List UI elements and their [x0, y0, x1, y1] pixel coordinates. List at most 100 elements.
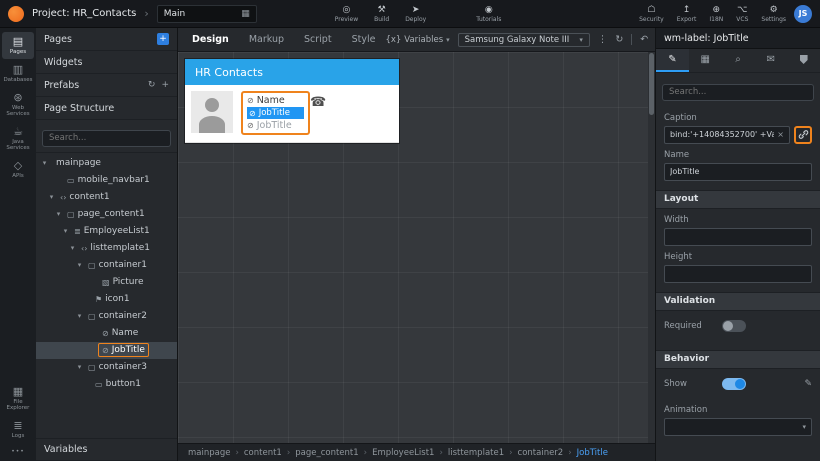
expand-arrow-icon[interactable]: ▾ [75, 363, 84, 371]
utility-icon: ☖ [647, 4, 656, 15]
utility-button-vcs[interactable]: ⌥ VCS [736, 5, 748, 23]
expand-arrow-icon[interactable]: ▾ [40, 159, 49, 167]
height-input[interactable] [664, 264, 812, 283]
breadcrumb-item[interactable]: mainpage [188, 448, 244, 458]
utility-button-export[interactable]: ↥ Export [677, 5, 697, 23]
clear-icon[interactable]: × [774, 130, 784, 139]
rail-item-java-services[interactable]: ☕ Java Services [2, 122, 34, 155]
rail-item-logs[interactable]: ≣ Logs [2, 416, 34, 443]
refresh-icon[interactable]: ↻ [148, 80, 156, 90]
name-label-widget[interactable]: ⊘ Name [247, 95, 304, 106]
rail-item-apis[interactable]: ◇ APIs [2, 156, 34, 183]
tree-item[interactable]: ▾ ‹› listtemplate1 [36, 240, 177, 257]
workspace-tab[interactable]: Script [294, 28, 342, 52]
caption-input[interactable]: bind:'+14084352700' +Variables.HrdbE × [664, 125, 790, 144]
workspace-tab[interactable]: Markup [239, 28, 294, 52]
breadcrumb-item[interactable]: listtemplate1 [448, 448, 518, 458]
behavior-section-header[interactable]: Behavior [656, 349, 820, 369]
topbar-action-preview[interactable]: ◎ Preview [335, 5, 358, 23]
tree-item[interactable]: ▾ ▢ container2 [36, 308, 177, 325]
jobtitle-widget-selected[interactable]: ⊘ JobTitle [247, 107, 305, 119]
tree-item[interactable]: ⚑ icon1 [36, 291, 177, 308]
expand-arrow-icon[interactable]: ▾ [47, 193, 56, 201]
layout-section-header[interactable]: Layout [656, 189, 820, 209]
tree-item[interactable]: ▾ ▢ container3 [36, 359, 177, 376]
show-toggle[interactable] [722, 377, 746, 390]
toolbar-icon-kebab-menu[interactable]: ⋮ [598, 34, 608, 45]
tree-item[interactable]: ⊘ Name [36, 325, 177, 342]
tree-item[interactable]: ▾ ▢ container1 [36, 257, 177, 274]
expand-arrow-icon[interactable]: ▾ [54, 210, 63, 218]
sidebar-section-prefabs[interactable]: Prefabs ↻ + [36, 74, 177, 97]
tree-item[interactable]: ▭ mobile_navbar1 [36, 172, 177, 189]
utility-button-i18n[interactable]: ⊕ I18N [709, 5, 723, 23]
tree-item[interactable]: ▾ mainpage [36, 155, 177, 172]
picture-placeholder[interactable] [191, 91, 233, 133]
tree-item[interactable]: ▾ ▢ page_content1 [36, 206, 177, 223]
design-canvas[interactable]: HR Contacts ⊘ Name ⊘ JobTitle ⊘ JobTitle… [178, 52, 655, 443]
grid-icon[interactable]: ▦ [241, 9, 250, 19]
rail-item-pages[interactable]: ▤ Pages [2, 32, 34, 59]
tree-item[interactable]: ▭ button1 [36, 376, 177, 393]
breadcrumb-item[interactable]: container2 [518, 448, 577, 458]
tab-security[interactable] [787, 49, 820, 72]
utility-button-security[interactable]: ☖ Security [639, 5, 664, 23]
user-avatar[interactable]: JS [794, 4, 812, 23]
tree-item-box: ▭ button1 [91, 377, 145, 391]
topbar-action-deploy[interactable]: ➤ Deploy [405, 5, 426, 23]
page-structure-search-input[interactable] [42, 129, 171, 147]
sidebar-section-pages[interactable]: Pages + [36, 28, 177, 51]
breadcrumb-item[interactable]: EmployeeList1 [372, 448, 448, 458]
expand-arrow-icon[interactable]: ▾ [61, 227, 70, 235]
properties-search-input[interactable] [662, 83, 814, 101]
topbar-action-build[interactable]: ⚒ Build [374, 5, 389, 23]
animation-select[interactable]: ▾ [664, 417, 812, 436]
toolbar-icon-rotate-device[interactable]: ↻ [615, 34, 623, 45]
scrollbar-thumb[interactable] [649, 53, 654, 115]
bind-property-button[interactable] [794, 125, 812, 144]
tree-item[interactable]: ▾ ‹› content1 [36, 189, 177, 206]
tab-properties[interactable]: ✎ [656, 49, 689, 72]
toolbar-icon-undo[interactable]: ↶ [631, 34, 648, 45]
topbar-action-tutorials[interactable]: ◉ Tutorials [476, 5, 501, 23]
workspace-tab[interactable]: Design [182, 28, 239, 52]
tab-styles[interactable]: ▦ [689, 49, 722, 72]
breadcrumb-item[interactable]: page_content1 [295, 448, 372, 458]
expand-arrow-icon[interactable]: ▾ [75, 261, 84, 269]
variables-dropdown[interactable]: {x} Variables ▾ [385, 35, 449, 45]
breadcrumb-item[interactable]: content1 [244, 448, 295, 458]
page-selector[interactable]: Main ▦ [156, 4, 257, 23]
rail-item-databases[interactable]: ▥ Databases [2, 60, 34, 87]
validation-section-header[interactable]: Validation [656, 291, 820, 311]
add-prefab-button[interactable]: + [161, 80, 169, 90]
breadcrumb-item[interactable]: JobTitle [577, 448, 608, 458]
sidebar-section-variables[interactable]: Variables [36, 438, 177, 461]
utility-icon: ⊕ [712, 4, 721, 15]
sidebar-section-widgets[interactable]: Widgets [36, 51, 177, 74]
jobtitle-caption[interactable]: ⊘ JobTitle [247, 120, 304, 131]
more-options-icon[interactable]: ••• [0, 444, 36, 459]
edit-pencil-icon[interactable]: ✎ [804, 379, 812, 389]
rail-item-file-explorer[interactable]: ▦ File Explorer [2, 382, 34, 415]
wavemaker-logo-icon[interactable] [8, 5, 24, 22]
tab-search[interactable]: ⌕ [722, 49, 755, 72]
link-icon [798, 130, 808, 139]
expand-arrow-icon[interactable]: ▾ [75, 312, 84, 320]
employee-list-item[interactable]: ⊘ Name ⊘ JobTitle ⊘ JobTitle ☎ [185, 85, 399, 143]
tree-item[interactable]: ⊘ JobTitle [36, 341, 177, 359]
sidebar-section-page-structure[interactable]: Page Structure [36, 97, 177, 120]
tree-item[interactable]: ▧ Picture [36, 274, 177, 291]
device-selector[interactable]: Samsung Galaxy Note III ▾ [457, 32, 590, 47]
expand-arrow-icon[interactable]: ▾ [68, 244, 77, 252]
name-input[interactable]: JobTitle [664, 162, 812, 181]
add-page-button[interactable]: + [157, 33, 169, 45]
workspace-tab[interactable]: Style [342, 28, 386, 52]
canvas-scrollbar[interactable] [648, 52, 655, 443]
phone-call-icon[interactable]: ☎ [310, 95, 326, 110]
tab-messages[interactable]: ✉ [754, 49, 787, 72]
width-input[interactable] [664, 227, 812, 246]
utility-button-settings[interactable]: ⚙ Settings [761, 5, 786, 23]
required-toggle[interactable] [722, 319, 746, 332]
rail-item-web-services[interactable]: ⊛ Web Services [2, 88, 34, 121]
tree-item[interactable]: ▾ ≣ EmployeeList1 [36, 223, 177, 240]
